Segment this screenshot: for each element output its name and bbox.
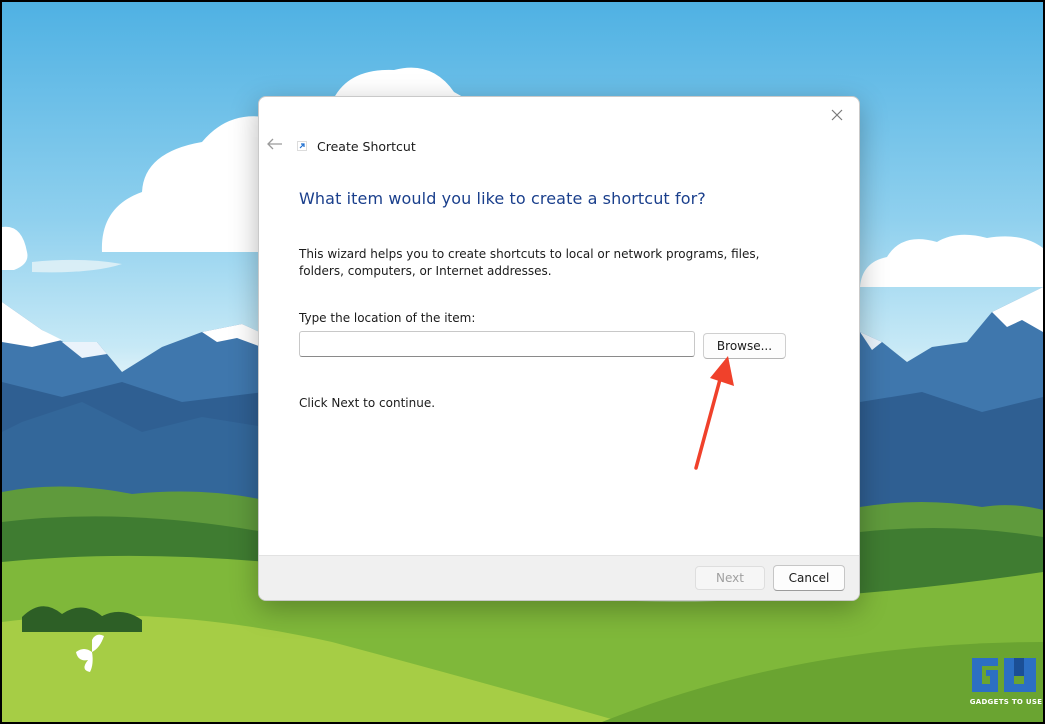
dialog-title-row: Create Shortcut (297, 137, 416, 155)
next-button[interactable]: Next (695, 566, 765, 590)
create-shortcut-dialog: Create Shortcut What item would you like… (258, 96, 860, 601)
back-button[interactable] (265, 135, 285, 153)
continue-instruction: Click Next to continue. (299, 396, 436, 410)
gadgets-to-use-logo-icon (972, 658, 1036, 692)
shortcut-icon (297, 141, 307, 151)
dialog-title: Create Shortcut (317, 138, 416, 154)
annotation-arrow-icon (694, 356, 734, 470)
wizard-description: This wizard helps you to create shortcut… (299, 247, 760, 278)
wizard-heading: What item would you like to create a sho… (299, 189, 706, 208)
close-button[interactable] (823, 103, 851, 127)
arrow-left-icon (267, 138, 282, 150)
location-input[interactable] (299, 331, 695, 357)
watermark-logo: GADGETS TO USE (968, 652, 1044, 712)
dialog-footer: Next Cancel (259, 555, 859, 600)
watermark-text: GADGETS TO USE (969, 698, 1043, 706)
location-label: Type the location of the item: (299, 311, 476, 325)
close-icon (831, 109, 843, 121)
cancel-button[interactable]: Cancel (773, 565, 845, 591)
